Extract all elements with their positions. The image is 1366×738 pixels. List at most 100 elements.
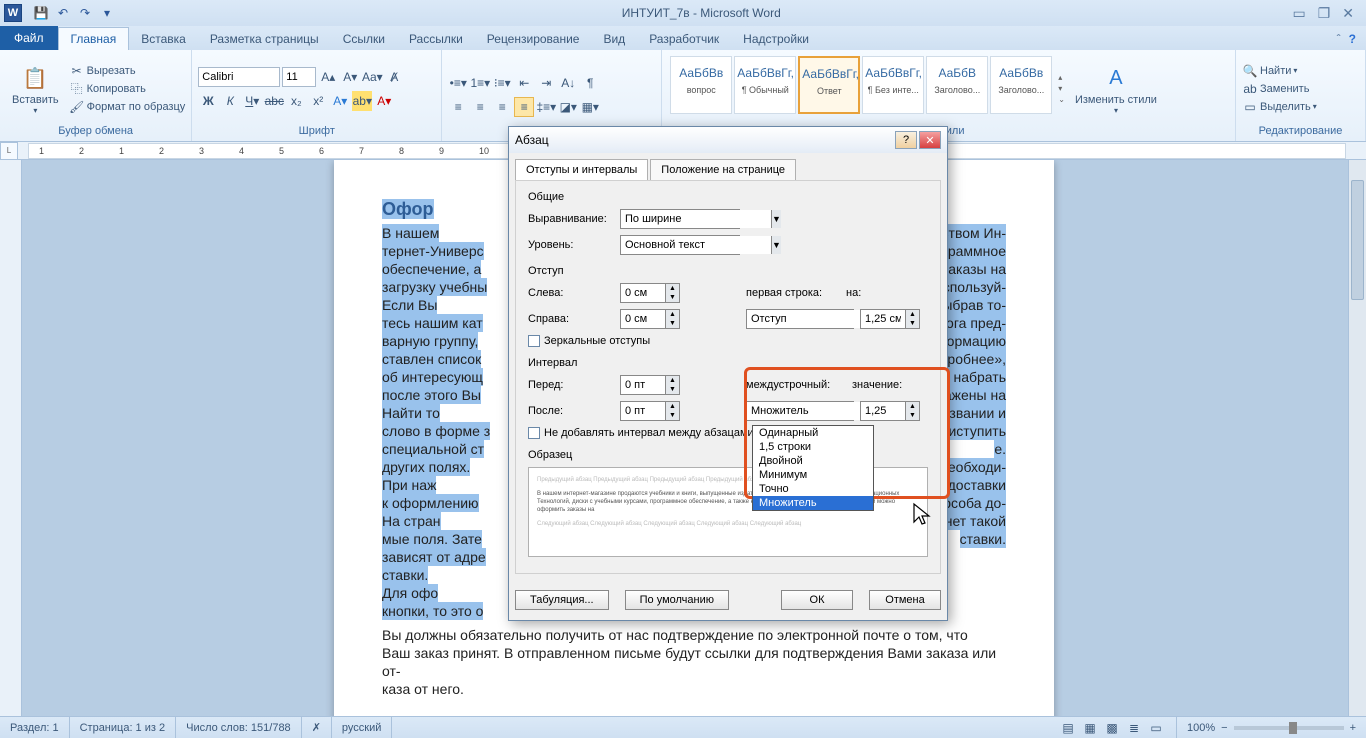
ribbon-minimize-icon[interactable]: ˆ (1337, 32, 1341, 46)
tab-file[interactable]: Файл (0, 26, 58, 50)
zoom-in-icon[interactable]: + (1350, 722, 1356, 734)
decrease-indent-icon[interactable]: ⇤ (514, 73, 534, 93)
dialog-tab-position[interactable]: Положение на странице (650, 159, 796, 180)
style-item[interactable]: АаБбВвГг,¶ Без инте... (862, 56, 924, 114)
tab-home[interactable]: Главная (58, 27, 130, 50)
view-web-icon[interactable]: ▩ (1102, 718, 1122, 738)
superscript-icon[interactable]: x² (308, 91, 328, 111)
linespacing-combo[interactable]: ▼ (746, 401, 854, 421)
style-item[interactable]: АаБбВввопрос (670, 56, 732, 114)
tabs-button[interactable]: Табуляция... (515, 590, 609, 610)
help-icon[interactable]: ? (1349, 32, 1356, 46)
tab-mailings[interactable]: Рассылки (397, 28, 475, 50)
cut-button[interactable]: ✂Вырезать (69, 63, 186, 79)
underline-icon[interactable]: Ч▾ (242, 91, 262, 111)
view-fullscreen-icon[interactable]: ▦ (1080, 718, 1100, 738)
dialog-tab-indents[interactable]: Отступы и интервалы (515, 159, 648, 180)
vertical-scrollbar[interactable] (1348, 160, 1366, 716)
status-section[interactable]: Раздел: 1 (0, 717, 70, 738)
numbering-icon[interactable]: 1≡▾ (470, 73, 490, 93)
style-item[interactable]: АаБбВЗаголово... (926, 56, 988, 114)
replace-button[interactable]: abЗаменить (1242, 81, 1359, 97)
align-right-icon[interactable]: ≡ (492, 97, 512, 117)
copy-button[interactable]: ⿻Копировать (69, 81, 186, 97)
sort-icon[interactable]: A↓ (558, 73, 578, 93)
style-item[interactable]: АаБбВвГг,Ответ (798, 56, 860, 114)
bullets-icon[interactable]: •≡▾ (448, 73, 468, 93)
redo-icon[interactable]: ↷ (76, 4, 94, 22)
view-draft-icon[interactable]: ▭ (1146, 718, 1166, 738)
ok-button[interactable]: ОК (781, 590, 853, 610)
firstline-value-spin[interactable]: ▲▼ (860, 309, 920, 329)
linespacing-dropdown[interactable]: Одинарный1,5 строкиДвойнойМинимумТочноМн… (752, 425, 874, 511)
vertical-ruler[interactable] (0, 160, 22, 716)
dropdown-option[interactable]: Одинарный (753, 426, 873, 440)
dropdown-option[interactable]: Точно (753, 482, 873, 496)
save-icon[interactable]: 💾 (32, 4, 50, 22)
mirror-indents-checkbox[interactable]: Зеркальные отступы (528, 335, 928, 347)
status-page[interactable]: Страница: 1 из 2 (70, 717, 177, 738)
default-button[interactable]: По умолчанию (625, 590, 729, 610)
multilevel-icon[interactable]: ⁝≡▾ (492, 73, 512, 93)
bold-icon[interactable]: Ж (198, 91, 218, 111)
view-outline-icon[interactable]: ≣ (1124, 718, 1144, 738)
zoom-slider[interactable] (1234, 726, 1344, 730)
font-name-combo[interactable] (198, 67, 280, 87)
tab-insert[interactable]: Вставка (129, 28, 198, 50)
tab-references[interactable]: Ссылки (331, 28, 397, 50)
qat-customize-icon[interactable]: ▾ (98, 4, 116, 22)
change-case-icon[interactable]: Aa▾ (362, 67, 382, 87)
styles-scroll-up-icon[interactable]: ▴ (1058, 73, 1065, 82)
clear-formatting-icon[interactable]: Ⱥ (384, 67, 404, 87)
firstline-combo[interactable]: ▼ (746, 309, 854, 329)
style-item[interactable]: АаБбВвЗаголово... (990, 56, 1052, 114)
strike-icon[interactable]: abc (264, 91, 284, 111)
font-color-icon[interactable]: A▾ (374, 91, 394, 111)
format-painter-button[interactable]: 🖌Формат по образцу (69, 99, 186, 115)
align-justify-icon[interactable]: ≡ (514, 97, 534, 117)
before-spin[interactable]: ▲▼ (620, 375, 680, 395)
line-spacing-icon[interactable]: ‡≡▾ (536, 97, 556, 117)
linespacing-value-spin[interactable]: ▲▼ (860, 401, 920, 421)
increase-indent-icon[interactable]: ⇥ (536, 73, 556, 93)
scrollbar-thumb[interactable] (1351, 180, 1364, 300)
view-print-layout-icon[interactable]: ▤ (1058, 718, 1078, 738)
tab-addins[interactable]: Надстройки (731, 28, 821, 50)
tab-review[interactable]: Рецензирование (475, 28, 592, 50)
align-center-icon[interactable]: ≡ (470, 97, 490, 117)
alignment-combo[interactable]: ▼ (620, 209, 740, 229)
restore-icon[interactable]: ❐ (1318, 5, 1331, 22)
borders-icon[interactable]: ▦▾ (580, 97, 600, 117)
dropdown-option[interactable]: Двойной (753, 454, 873, 468)
highlight-icon[interactable]: ab▾ (352, 91, 372, 111)
dialog-close-icon[interactable]: ✕ (919, 131, 941, 149)
shading-icon[interactable]: ◪▾ (558, 97, 578, 117)
status-spellcheck[interactable]: ✗ (302, 717, 332, 738)
tab-developer[interactable]: Разработчик (637, 28, 731, 50)
find-button[interactable]: 🔍Найти▾ (1242, 63, 1359, 79)
styles-gallery[interactable]: АаБбВввопросАаБбВвГг,¶ ОбычныйАаБбВвГг,О… (668, 54, 1054, 123)
cancel-button[interactable]: Отмена (869, 590, 941, 610)
zoom-slider-thumb[interactable] (1289, 722, 1297, 734)
chevron-down-icon[interactable]: ▼ (771, 236, 781, 254)
subscript-icon[interactable]: x₂ (286, 91, 306, 111)
close-window-icon[interactable]: ✕ (1342, 5, 1354, 22)
dropdown-option[interactable]: Минимум (753, 468, 873, 482)
zoom-out-icon[interactable]: − (1221, 722, 1227, 734)
align-left-icon[interactable]: ≡ (448, 97, 468, 117)
indent-right-spin[interactable]: ▲▼ (620, 309, 680, 329)
text-effects-icon[interactable]: A▾ (330, 91, 350, 111)
minimize-ribbon-icon[interactable]: ▭ (1292, 5, 1305, 22)
styles-expand-icon[interactable]: ⌄ (1058, 95, 1065, 104)
dropdown-option[interactable]: Множитель (753, 496, 873, 510)
styles-scroll-down-icon[interactable]: ▾ (1058, 84, 1065, 93)
status-word-count[interactable]: Число слов: 151/788 (176, 717, 302, 738)
tab-view[interactable]: Вид (591, 28, 637, 50)
chevron-down-icon[interactable]: ▼ (771, 210, 781, 228)
change-styles-button[interactable]: A Изменить стили ▾ (1069, 54, 1163, 123)
status-language[interactable]: русский (332, 717, 392, 738)
select-button[interactable]: ▭Выделить▾ (1242, 99, 1359, 115)
italic-icon[interactable]: К (220, 91, 240, 111)
undo-icon[interactable]: ↶ (54, 4, 72, 22)
grow-font-icon[interactable]: A▴ (318, 67, 338, 87)
